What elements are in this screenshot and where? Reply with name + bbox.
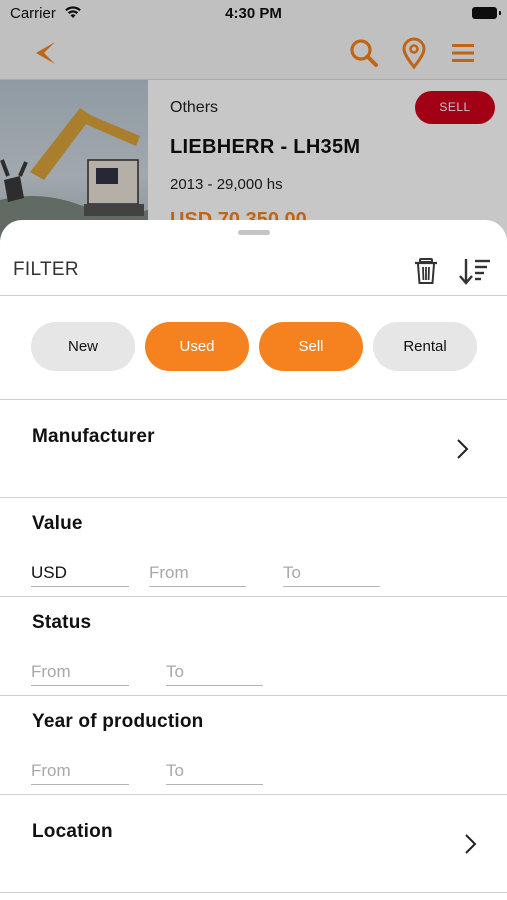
chevron-right-icon (465, 834, 477, 854)
status-from-input[interactable] (31, 658, 129, 686)
location-row[interactable]: Location (0, 795, 507, 892)
divider (0, 497, 507, 498)
chip-used[interactable]: Used (145, 322, 249, 371)
chip-new[interactable]: New (31, 322, 135, 371)
chip-rental[interactable]: Rental (373, 322, 477, 371)
status-to-input[interactable] (166, 658, 263, 686)
year-to-input[interactable] (166, 757, 263, 785)
value-from-input[interactable] (149, 559, 246, 587)
filter-sheet: FILTER New Used Sell Rental Manufacturer… (0, 220, 507, 900)
sheet-grabber[interactable] (238, 230, 270, 235)
trash-icon[interactable] (411, 256, 441, 286)
currency-field[interactable] (31, 559, 129, 587)
value-to-input[interactable] (283, 559, 380, 587)
chevron-right-icon (457, 439, 469, 459)
divider (0, 892, 507, 893)
manufacturer-row[interactable]: Manufacturer (0, 400, 507, 497)
year-from-input[interactable] (31, 757, 129, 785)
manufacturer-label: Manufacturer (32, 426, 155, 447)
sort-icon[interactable] (458, 256, 492, 286)
value-label: Value (32, 513, 83, 534)
location-label: Location (32, 821, 113, 842)
divider (0, 596, 507, 597)
status-label: Status (32, 612, 92, 633)
year-label: Year of production (32, 711, 204, 732)
filter-title: FILTER (13, 259, 79, 280)
chip-sell[interactable]: Sell (259, 322, 363, 371)
divider (0, 695, 507, 696)
divider (0, 295, 507, 296)
